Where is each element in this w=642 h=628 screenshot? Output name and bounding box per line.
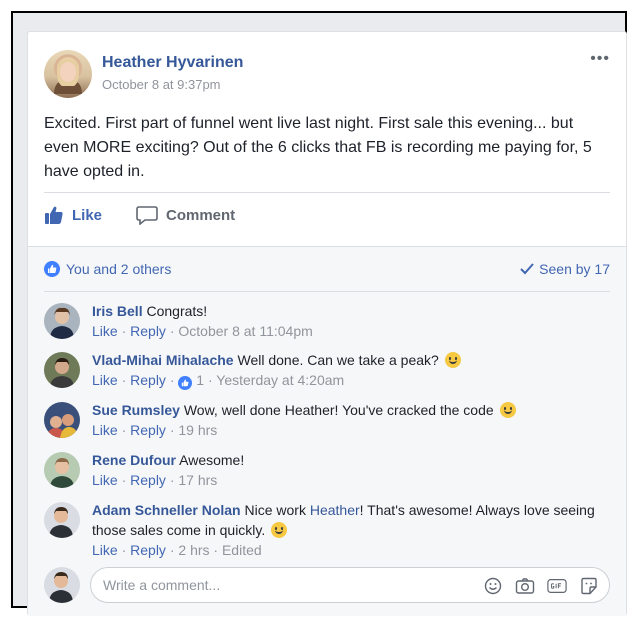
reactions-text: You and 2 others (66, 261, 172, 277)
sticker-icon[interactable] (579, 576, 599, 596)
comment-time[interactable]: 2 hrs (178, 542, 209, 558)
comment-time[interactable]: October 8 at 11:04pm (178, 323, 312, 339)
comment-reaction-count[interactable]: 1 (196, 372, 204, 388)
emoji-icon[interactable] (483, 576, 503, 596)
checkmark-icon (520, 263, 534, 275)
comment-reply-link[interactable]: Reply (130, 323, 166, 339)
comment-body: Adam Schneller Nolan Nice work Heather! … (92, 500, 610, 560)
comment-meta: Like · Reply · 2 hrs · Edited (92, 542, 262, 558)
author-name[interactable]: Heather Hyvarinen (102, 54, 243, 72)
comment-bubble-icon (136, 206, 158, 225)
comment-meta: Like · Reply · 19 hrs (92, 422, 218, 438)
commenter-name[interactable]: Rene Dufour (92, 452, 176, 468)
commenter-avatar[interactable] (44, 352, 80, 388)
comment-text: Awesome! (179, 452, 245, 468)
commenter-name[interactable]: Iris Bell (92, 303, 143, 319)
commenter-avatar[interactable] (44, 452, 80, 488)
comment-item: Sue Rumsley Wow, well done Heather! You'… (44, 400, 610, 444)
comment-like-link[interactable]: Like (92, 472, 118, 488)
comment-text-before: Nice work (244, 502, 306, 518)
comment-meta: Like · Reply · 1 · Yesterday at 4:20am (92, 372, 345, 390)
author-avatar-image (54, 58, 82, 94)
comment-label: Comment (166, 206, 236, 224)
post-header: Heather Hyvarinen October 8 at 9:37pm ••… (44, 50, 610, 98)
comment-body: Rene Dufour Awesome! Like · Reply · 17 h… (92, 450, 610, 490)
comment-item: Iris Bell Congrats! Like · Reply · Octob… (44, 301, 610, 345)
comment-body: Sue Rumsley Wow, well done Heather! You'… (92, 400, 610, 440)
post-timestamp[interactable]: October 8 at 9:37pm (102, 77, 221, 92)
seen-by-text: Seen by 17 (539, 261, 610, 277)
commenter-name[interactable]: Sue Rumsley (92, 402, 180, 418)
comment-like-link[interactable]: Like (92, 422, 118, 438)
comment-item: Rene Dufour Awesome! Like · Reply · 17 h… (44, 450, 610, 494)
divider (44, 192, 610, 193)
commenter-avatar[interactable] (44, 502, 80, 538)
comment-text: Well done. Can we take a peak? (237, 352, 439, 368)
camera-icon[interactable] (515, 576, 535, 596)
screenshot-frame: Heather Hyvarinen October 8 at 9:37pm ••… (11, 11, 627, 616)
current-user-avatar[interactable] (44, 567, 80, 603)
comment-text: Congrats! (146, 303, 208, 319)
gif-icon[interactable] (547, 576, 567, 596)
comment-meta: Like · Reply · October 8 at 11:04pm (92, 323, 313, 339)
comment-time[interactable]: Yesterday at 4:20am (216, 372, 344, 388)
comment-time[interactable]: 19 hrs (178, 422, 217, 438)
commenter-avatar[interactable] (44, 402, 80, 438)
comment-input-placeholder: Write a comment... (103, 577, 221, 593)
comment-like-link[interactable]: Like (92, 372, 118, 388)
comment-like-link[interactable]: Like (92, 323, 118, 339)
post-actions: Like Comment (44, 205, 610, 233)
like-button[interactable]: Like (44, 205, 102, 225)
author-avatar[interactable] (44, 50, 92, 98)
comments-section: You and 2 others Seen by 17 Iris Bell Co (28, 246, 626, 616)
smiley-emoji-icon (444, 352, 461, 368)
comment-meta: Like · Reply · 17 hrs (92, 472, 218, 488)
comment-reply-link[interactable]: Reply (130, 542, 166, 558)
like-reaction-icon (44, 261, 60, 277)
comment-reply-link[interactable]: Reply (130, 372, 166, 388)
commenter-avatar[interactable] (44, 303, 80, 339)
comment-input[interactable]: Write a comment... (90, 567, 610, 603)
like-reaction-icon (178, 376, 193, 390)
composer-icons (483, 576, 599, 596)
post-text: Excited. First part of funnel went live … (44, 115, 592, 180)
post-card: Heather Hyvarinen October 8 at 9:37pm ••… (27, 31, 627, 616)
thumbs-up-icon (45, 206, 63, 224)
reactions-row: You and 2 others Seen by 17 (44, 261, 610, 281)
comment-item: Adam Schneller Nolan Nice work Heather! … (44, 500, 610, 564)
comment-reply-link[interactable]: Reply (130, 422, 166, 438)
smiley-emoji-icon (271, 522, 288, 538)
commenter-name[interactable]: Vlad-Mihai Mihalache (92, 352, 234, 368)
smiley-emoji-icon (499, 402, 516, 418)
comment-body: Iris Bell Congrats! Like · Reply · Octob… (92, 301, 610, 341)
commenter-name[interactable]: Adam Schneller Nolan (92, 502, 241, 518)
comment-item: Vlad-Mihai Mihalache Well done. Can we t… (44, 350, 610, 394)
divider (44, 291, 610, 292)
comment-button[interactable]: Comment (136, 205, 235, 225)
comment-text: Wow, well done Heather! You've cracked t… (183, 402, 494, 418)
comment-edited[interactable]: Edited (222, 542, 262, 558)
mention-link[interactable]: Heather (310, 502, 360, 518)
more-options-icon[interactable]: ••• (590, 50, 610, 68)
comment-time[interactable]: 17 hrs (178, 472, 217, 488)
comment-reply-link[interactable]: Reply (130, 472, 166, 488)
like-label: Like (72, 206, 103, 224)
reactions-summary[interactable]: You and 2 others (44, 261, 171, 277)
comment-composer: Write a comment... (44, 565, 610, 605)
comment-body: Vlad-Mihai Mihalache Well done. Can we t… (92, 350, 610, 390)
seen-by[interactable]: Seen by 17 (520, 261, 610, 277)
comment-like-link[interactable]: Like (92, 542, 118, 558)
